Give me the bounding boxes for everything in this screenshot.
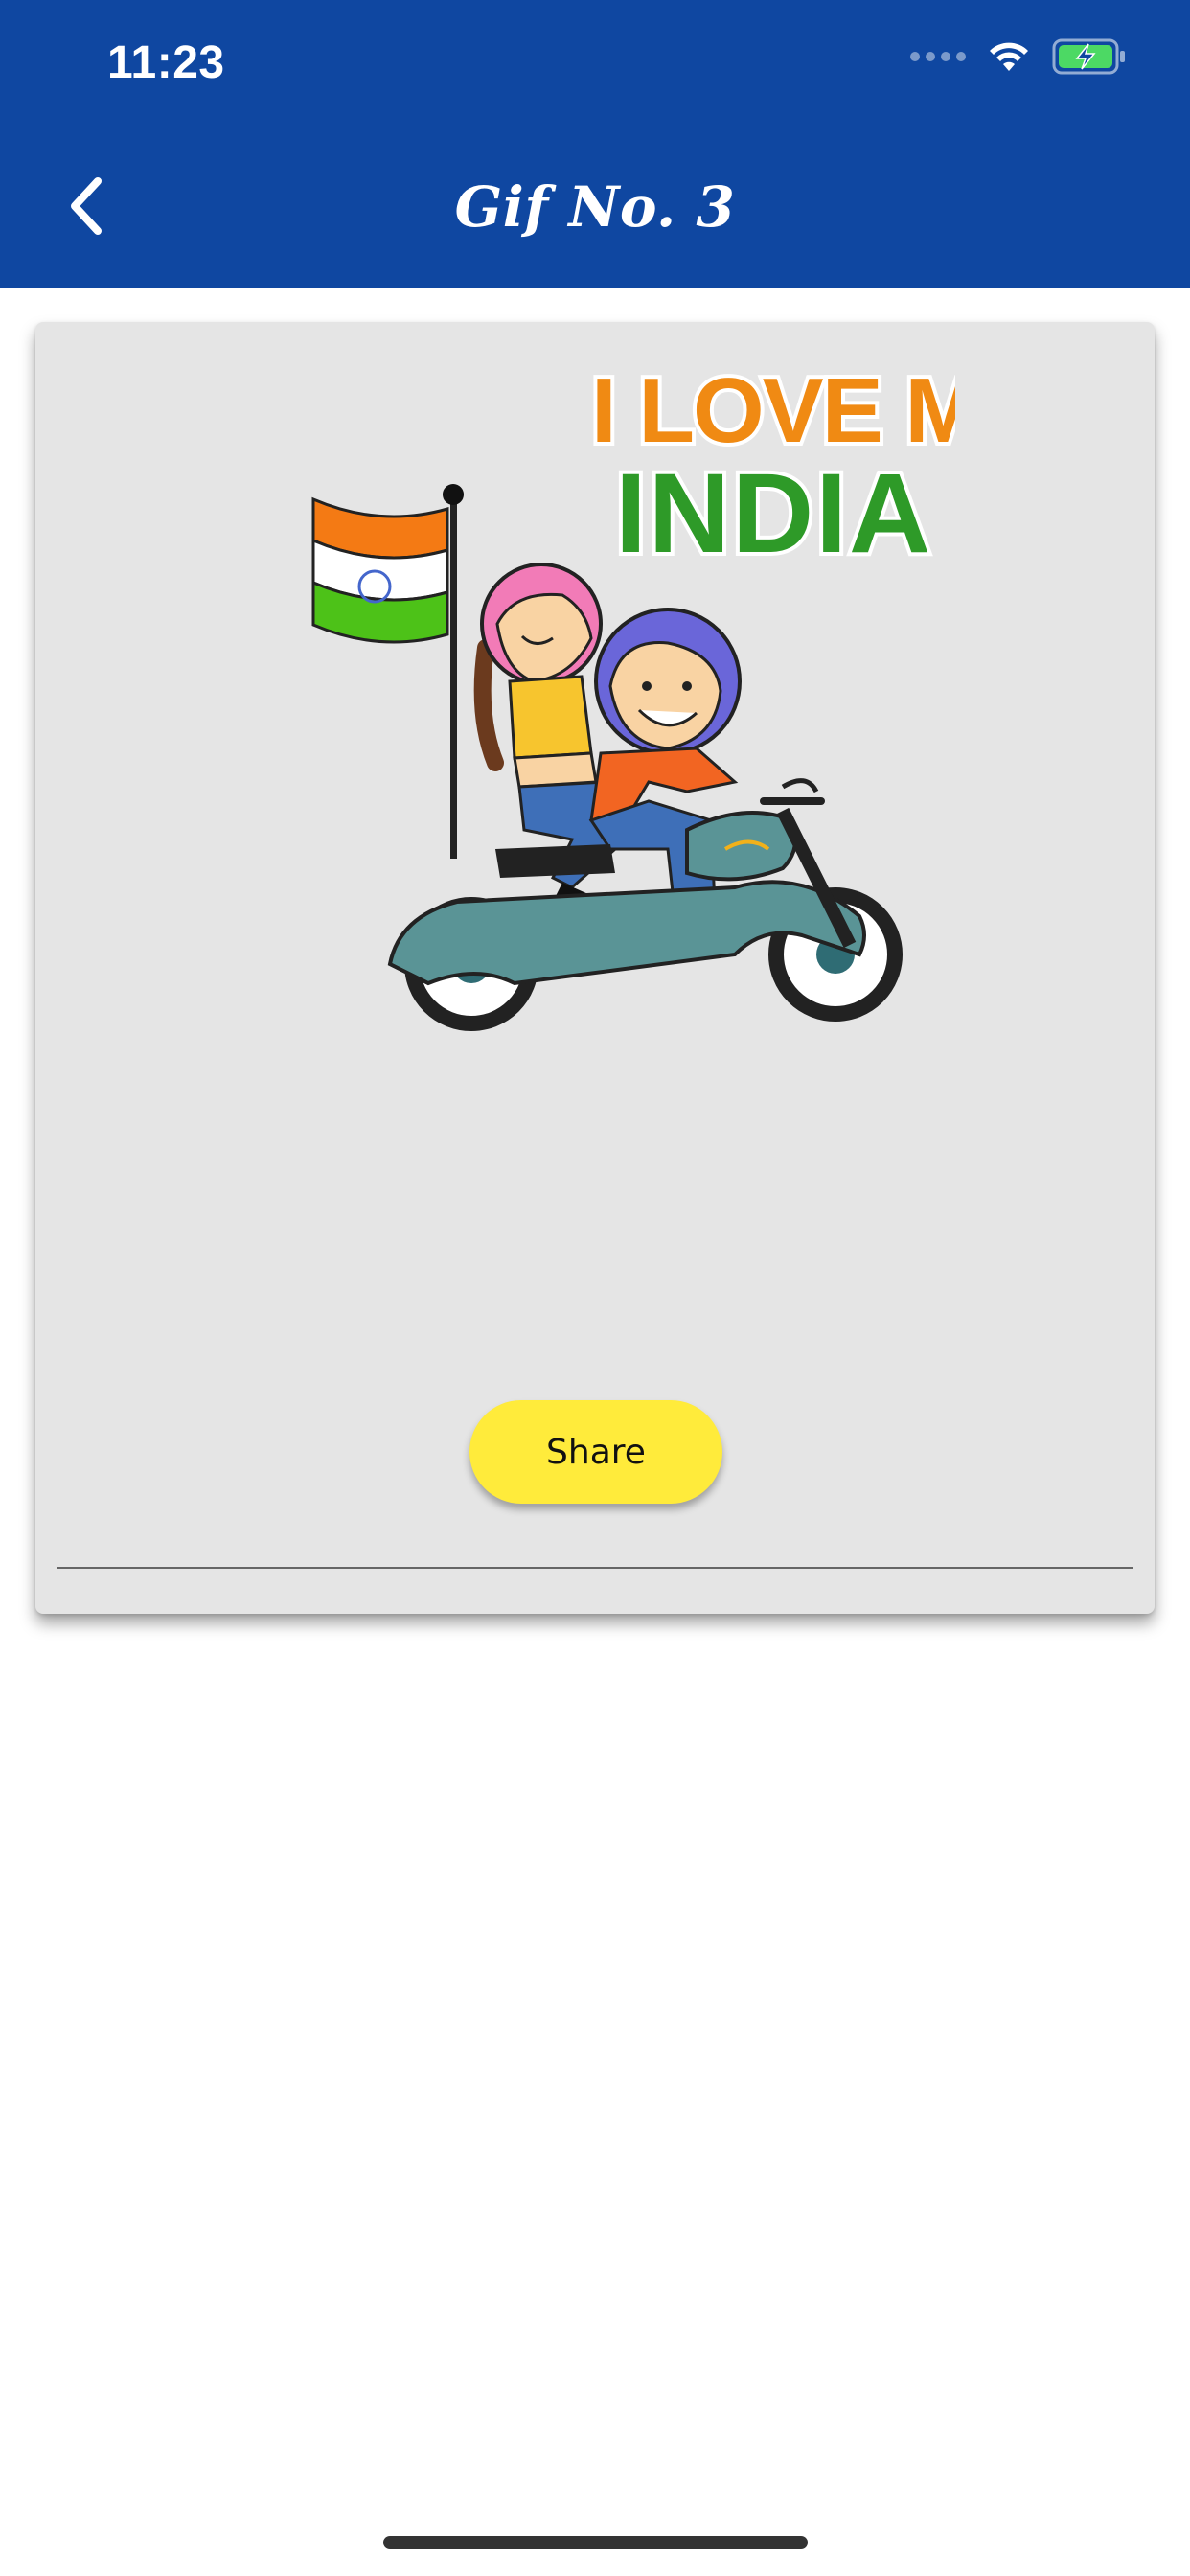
status-icons <box>910 38 1127 75</box>
flag-icon <box>311 484 464 859</box>
share-button[interactable]: Share <box>469 1400 722 1504</box>
page-title: Gif No. 3 <box>454 174 736 240</box>
app-header: 11:23 Gif No. 3 <box>0 0 1190 288</box>
divider <box>57 1567 1133 1569</box>
gif-text-line2: INDIA <box>615 450 932 577</box>
cellular-dots-icon <box>910 52 966 61</box>
gif-text-line1: I LOVE MY <box>591 359 955 462</box>
home-indicator[interactable] <box>383 2536 808 2549</box>
gif-card: I LOVE MY INDIA <box>35 322 1155 1614</box>
battery-charging-icon <box>1052 38 1125 75</box>
status-time: 11:23 <box>107 37 225 88</box>
screen: 11:23 Gif No. 3 I LOVE M INDIA Share <box>0 0 1190 2576</box>
wifi-icon <box>990 42 1028 71</box>
gif-image: I LOVE MY INDIA <box>311 356 955 1031</box>
